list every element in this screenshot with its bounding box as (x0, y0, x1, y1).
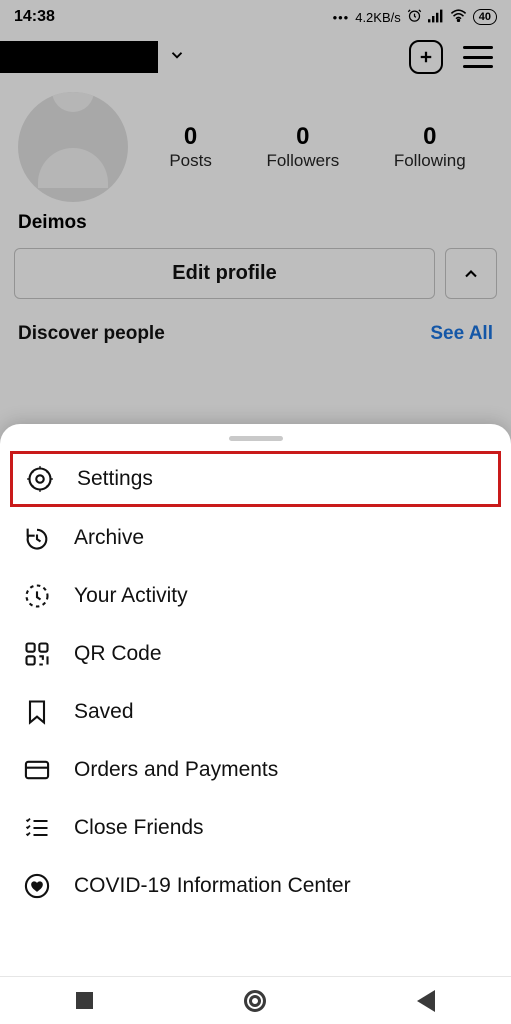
stat-following[interactable]: 0 Following (394, 123, 466, 171)
menu-label: Archive (74, 526, 144, 550)
menu-item-covid-info[interactable]: COVID-19 Information Center (0, 857, 511, 915)
nav-home-button[interactable] (244, 990, 266, 1012)
see-all-link[interactable]: See All (430, 323, 493, 345)
stat-posts[interactable]: 0 Posts (169, 123, 212, 171)
credit-card-icon (22, 755, 52, 785)
chevron-down-icon[interactable] (168, 46, 186, 69)
qr-code-icon (22, 639, 52, 669)
menu-label: Close Friends (74, 816, 204, 840)
menu-label: Settings (77, 467, 153, 491)
nav-recent-button[interactable] (76, 992, 93, 1009)
sheet-grab-handle[interactable] (229, 436, 283, 441)
edit-profile-button[interactable]: Edit profile (14, 248, 435, 299)
gear-icon (25, 464, 55, 494)
wifi-icon (450, 9, 467, 25)
bottom-sheet-menu: Settings Archive Your Activity (0, 424, 511, 976)
status-time: 14:38 (14, 8, 55, 26)
stat-followers[interactable]: 0 Followers (266, 123, 339, 171)
activity-icon (22, 581, 52, 611)
menu-label: QR Code (74, 642, 162, 666)
archive-icon (22, 523, 52, 553)
bookmark-icon (22, 697, 52, 727)
username-redacted (0, 41, 158, 73)
expand-suggestions-button[interactable] (445, 248, 497, 299)
status-bar: 14:38 ••• 4.2KB/s 40 (0, 0, 511, 34)
menu-label: COVID-19 Information Center (74, 874, 351, 898)
menu-item-your-activity[interactable]: Your Activity (0, 567, 511, 625)
discover-people-label: Discover people (18, 323, 165, 345)
display-name: Deimos (0, 208, 511, 248)
menu-item-saved[interactable]: Saved (0, 683, 511, 741)
menu-item-close-friends[interactable]: Close Friends (0, 799, 511, 857)
close-friends-icon (22, 813, 52, 843)
menu-button[interactable] (463, 46, 493, 68)
menu-item-orders-payments[interactable]: Orders and Payments (0, 741, 511, 799)
menu-label: Orders and Payments (74, 758, 278, 782)
alarm-icon (407, 8, 422, 26)
menu-item-archive[interactable]: Archive (0, 509, 511, 567)
status-net-speed: 4.2KB/s (355, 10, 401, 25)
menu-label: Saved (74, 700, 134, 724)
menu-label: Your Activity (74, 584, 188, 608)
signal-icon (428, 9, 444, 26)
menu-item-qr-code[interactable]: QR Code (0, 625, 511, 683)
android-nav-bar (0, 976, 511, 1024)
menu-item-settings[interactable]: Settings (10, 451, 501, 507)
create-post-button[interactable] (409, 40, 443, 74)
heart-circle-icon (22, 871, 52, 901)
avatar[interactable] (18, 92, 128, 202)
battery-indicator: 40 (473, 9, 497, 25)
nav-back-button[interactable] (417, 990, 435, 1012)
